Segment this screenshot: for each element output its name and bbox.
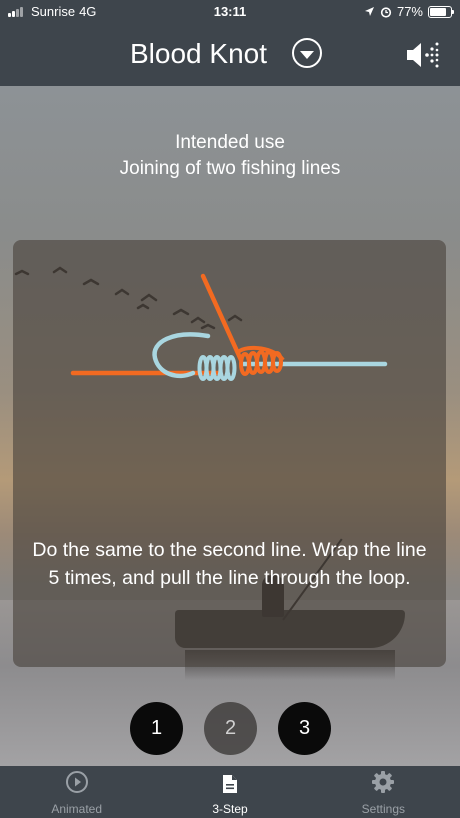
battery-icon	[428, 5, 454, 18]
tab-label: Settings	[361, 802, 405, 816]
speaker-icon[interactable]	[405, 40, 443, 70]
tab-settings[interactable]: Settings	[307, 766, 460, 818]
tab-label: 3-Step	[212, 802, 248, 816]
location-icon	[364, 7, 374, 16]
instruction-text: Do the same to the second line. Wrap the…	[32, 539, 427, 589]
intended-use-text: Joining of two fishing lines	[119, 158, 341, 179]
step-3-button[interactable]: 3	[278, 702, 331, 755]
knot-diagram	[70, 273, 388, 381]
step-2-button[interactable]: 2	[204, 702, 257, 755]
gear-icon	[372, 771, 395, 793]
battery-percent: 77%	[396, 4, 423, 19]
document-icon	[222, 775, 237, 793]
intended-use-heading: Intended use	[175, 132, 285, 153]
tab-animated[interactable]: Animated	[0, 766, 153, 818]
tab-label: Animated	[51, 802, 103, 816]
instruction-card: Do the same to the second line. Wrap the…	[13, 240, 446, 667]
tab-bar: Animated 3-Step Settings	[0, 766, 460, 818]
page-title: Blood Knot	[130, 38, 267, 69]
step-selector: 1 2 3	[130, 702, 331, 755]
status-bar: Sunrise 4G 13:11 77%	[0, 0, 460, 24]
tab-3-step[interactable]: 3-Step	[153, 766, 306, 818]
play-circle-icon	[65, 771, 88, 793]
alarm-icon	[380, 6, 392, 18]
chevron-down-circle-icon[interactable]	[292, 38, 322, 68]
intended-use: Intended use Joining of two fishing line…	[0, 130, 460, 182]
step-1-button[interactable]: 1	[130, 702, 183, 755]
nav-header: Blood Knot	[0, 24, 460, 86]
